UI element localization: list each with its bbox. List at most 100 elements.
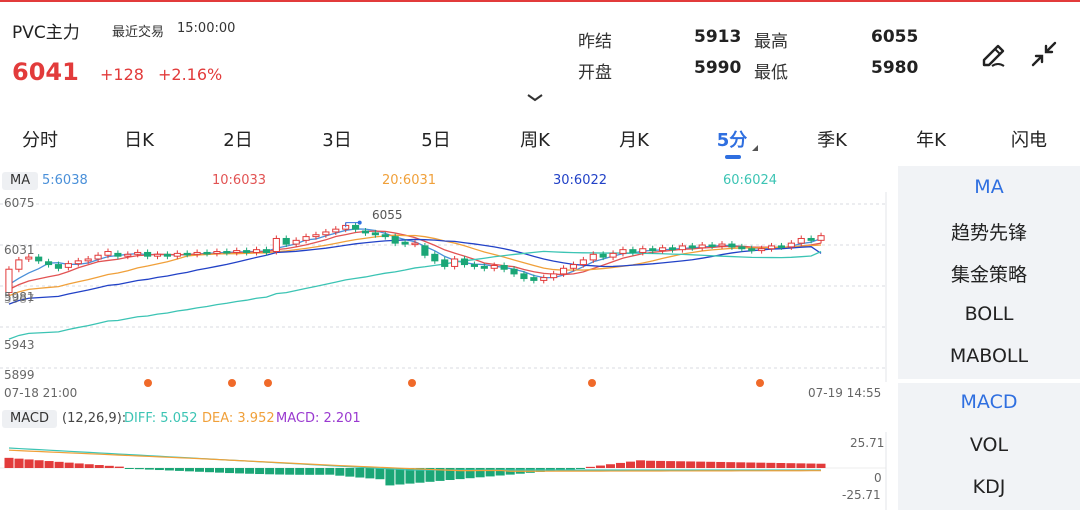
candle-30 — [302, 236, 310, 241]
macd-bar-24 — [245, 468, 255, 474]
tab-quarter-k[interactable]: 季K — [797, 126, 867, 152]
macd-bar-57 — [575, 468, 585, 469]
ma-badge[interactable]: MA — [2, 172, 39, 190]
tab-2day[interactable]: 2日 — [203, 126, 273, 152]
candle-41 — [411, 242, 419, 246]
side-item-vol[interactable]: VOL — [898, 434, 1080, 456]
macd-badge[interactable]: MACD — [2, 410, 57, 428]
candle-81 — [807, 237, 815, 241]
macd-bar-58 — [585, 466, 595, 468]
tab-fenshi[interactable]: 分时 — [5, 126, 75, 152]
macd-svg — [0, 432, 887, 510]
macd-bar-73 — [736, 462, 746, 468]
macd-tick-zero: 0 — [874, 471, 882, 485]
macd-bar-67 — [676, 461, 686, 468]
candle-16 — [163, 253, 171, 257]
tab-week-k[interactable]: 周K — [500, 126, 570, 152]
macd-bar-79 — [796, 463, 806, 468]
candle-29 — [292, 239, 300, 245]
macd-bar-39 — [395, 468, 405, 485]
tab-flash[interactable]: 闪电 — [994, 126, 1064, 152]
macd-bar-8 — [84, 464, 94, 468]
quote-header: PVC主力 最近交易 15:00:00 6041 +128 +2.16% 昨结 … — [0, 0, 1080, 112]
candle-54 — [540, 277, 548, 281]
side-item-kdj[interactable]: KDJ — [898, 476, 1080, 498]
candle-71 — [708, 244, 716, 247]
side-item-trend[interactable]: 趋势先锋 — [898, 218, 1080, 245]
candle-15 — [153, 253, 162, 257]
candle-31 — [312, 234, 320, 238]
macd-bar-0 — [4, 457, 14, 468]
candle-50 — [500, 265, 508, 270]
candle-6 — [64, 263, 72, 268]
tab-3day[interactable]: 3日 — [302, 126, 372, 152]
kline-chart[interactable] — [0, 192, 890, 392]
macd-bar-68 — [686, 461, 696, 468]
candle-2 — [25, 256, 33, 260]
tab-dropdown-icon[interactable] — [752, 145, 758, 151]
candle-24 — [243, 250, 251, 253]
candle-58 — [579, 259, 587, 266]
side-item-boll[interactable]: BOLL — [898, 303, 1080, 325]
tab-day-k[interactable]: 日K — [104, 126, 174, 152]
candle-53 — [530, 277, 538, 281]
macd-bar-19 — [194, 468, 204, 472]
candle-4 — [44, 261, 53, 266]
high-marker-label: 6055 — [372, 208, 403, 222]
macd-bar-56 — [565, 468, 575, 470]
macd-chart[interactable] — [0, 432, 890, 510]
macd-bar-21 — [215, 468, 225, 473]
macd-tick-bottom: -25.71 — [842, 488, 881, 502]
macd-bar-78 — [786, 463, 796, 468]
macd-bar-33 — [335, 468, 345, 476]
macd-bar-81 — [816, 463, 826, 468]
event-marker-2 — [264, 379, 272, 387]
macd-bar-48 — [485, 468, 495, 477]
macd-bar-63 — [636, 460, 646, 468]
macd-bar-47 — [475, 468, 485, 478]
symbol-name[interactable]: PVC主力 — [12, 18, 80, 43]
tab-year-k[interactable]: 年K — [896, 126, 966, 152]
macd-bar-14 — [144, 468, 154, 470]
candle-51 — [510, 268, 518, 275]
prev-settle-value: 5913 — [694, 27, 742, 47]
tab-month-k[interactable]: 月K — [599, 126, 669, 152]
side-item-macd[interactable]: MACD — [898, 391, 1080, 413]
side-item-ma[interactable]: MA — [898, 176, 1080, 198]
candle-42 — [421, 245, 429, 256]
candle-60 — [599, 253, 607, 258]
macd-bar-3 — [34, 460, 44, 468]
candle-28 — [282, 237, 290, 245]
candle-22 — [223, 251, 231, 254]
price-tick-3-overlap: 5987 — [4, 292, 35, 306]
candle-64 — [639, 248, 647, 253]
macd-bar-31 — [315, 468, 325, 475]
candle-62 — [619, 249, 627, 254]
macd-bar-25 — [255, 468, 265, 475]
candle-17 — [173, 252, 181, 257]
candle-55 — [550, 273, 558, 279]
candle-38 — [381, 234, 389, 238]
tab-5day[interactable]: 5日 — [401, 126, 471, 152]
side-item-maboll[interactable]: MABOLL — [898, 345, 1080, 367]
macd-bar-64 — [646, 460, 656, 468]
macd-bar-27 — [275, 468, 285, 475]
candle-14 — [144, 251, 152, 257]
time-start: 07-18 21:00 — [4, 386, 78, 400]
time-end: 07-19 14:55 — [808, 386, 882, 400]
macd-bar-12 — [124, 468, 134, 469]
price-tick-top: 6075 — [4, 196, 35, 210]
macd-bar-76 — [766, 462, 776, 468]
candle-49 — [490, 265, 498, 269]
collapse-icon[interactable] — [1028, 38, 1060, 70]
candle-18 — [183, 252, 191, 256]
draw-pen-icon[interactable] — [978, 38, 1010, 70]
chevron-down-icon[interactable] — [526, 88, 544, 107]
side-item-capital[interactable]: 集金策略 — [898, 260, 1080, 287]
candle-75 — [748, 248, 756, 252]
macd-bar-29 — [295, 468, 305, 475]
candle-67 — [668, 247, 677, 251]
candle-72 — [718, 243, 726, 247]
macd-legend: MACD (12,26,9): DIFF: 5.052 DEA: 3.952 M… — [0, 408, 890, 430]
macd-bar-59 — [595, 465, 605, 468]
